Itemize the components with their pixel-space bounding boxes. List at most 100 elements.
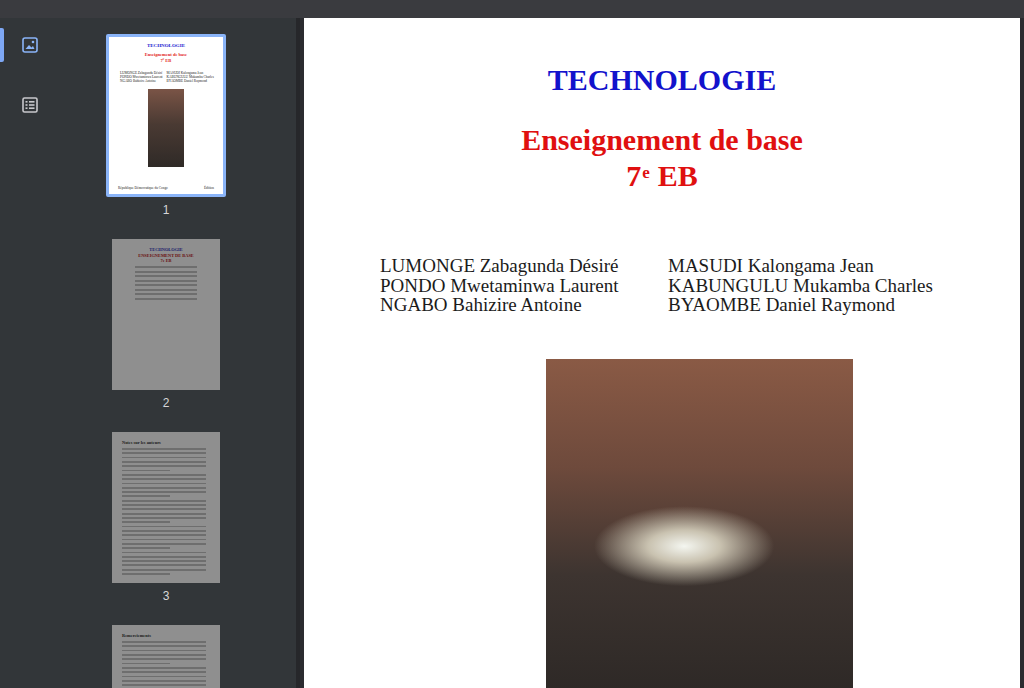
author-name: BYAOMBE Daniel Raymond: [167, 79, 214, 83]
author-column: LUMONGE Zabagunda DésiréPONDO Mwetaminwa…: [380, 256, 668, 315]
sidebar-rail: [0, 18, 60, 688]
thumbnail-photo: [148, 89, 184, 167]
text-line: [135, 275, 197, 277]
thumbnail-frame[interactable]: TECHNOLOGIEENSEIGNEMENT DE BASE7e EB: [112, 239, 220, 390]
author-name: KABUNGULU Mukamba Charles: [167, 75, 214, 79]
image-icon: [21, 36, 39, 54]
text-line: [135, 266, 197, 268]
text-line: [122, 478, 206, 480]
text-line: [122, 573, 170, 575]
page-thumbnail[interactable]: TECHNOLOGIEENSEIGNEMENT DE BASE7e EB 2: [60, 239, 272, 410]
page-number: 1: [163, 203, 170, 217]
grade-suffix: e: [642, 163, 650, 182]
text-line: [122, 474, 206, 476]
thumbnail-footer: République Démocratique du Congo Édition: [114, 186, 218, 190]
author-name: LUMONGE Zabagunda Désiré: [380, 256, 668, 276]
thumbnails-button[interactable]: [0, 28, 60, 62]
text-line: [122, 560, 206, 562]
text-line: [122, 452, 206, 454]
document-title: TECHNOLOGIE: [304, 62, 1020, 98]
text-line: [122, 530, 206, 532]
text-line: [122, 513, 206, 515]
text-line: [122, 684, 206, 686]
text-line: [122, 465, 206, 467]
text-line: [122, 457, 206, 459]
document-subtitle: Enseignement de base: [304, 122, 1020, 158]
text-line: [135, 271, 197, 273]
page-number: 3: [163, 589, 170, 603]
grade-number: 7: [161, 58, 163, 63]
thumbnail-frame[interactable]: Notes sur les auteurs: [112, 432, 220, 583]
text-line: [122, 504, 206, 506]
grade-level: EB: [658, 159, 698, 192]
author-name: LUMONGE Zabagunda Désiré: [120, 71, 163, 75]
thumbnail-heading: Remerciements: [122, 633, 210, 639]
text-line: [122, 552, 206, 554]
text-line: [122, 539, 206, 541]
text-line: [122, 671, 206, 673]
thumbnail-heading: TECHNOLOGIE: [122, 247, 210, 253]
thumbnail-heading: ENSEIGNEMENT DE BASE: [122, 253, 210, 259]
footer-text: République Démocratique du Congo: [118, 186, 168, 190]
cover-photo: [546, 359, 853, 688]
text-line: [122, 495, 170, 497]
text-line: [122, 641, 206, 643]
text-line: [122, 650, 206, 652]
text-line: [122, 663, 170, 665]
text-line: [122, 526, 206, 528]
footer-text: Édition: [204, 186, 214, 190]
page-thumbnail[interactable]: Notes sur les auteurs 3: [60, 432, 272, 603]
author-column: LUMONGE Zabagunda DésiréPONDO Mwetaminwa…: [120, 71, 163, 83]
pdf-page: TECHNOLOGIE Enseignement de base7e EB LUMON…: [304, 18, 1020, 688]
text-line: [122, 564, 206, 566]
author-name: PONDO Mwetaminwa Laurent: [380, 276, 668, 296]
viewer: TECHNOLOGIEEnseignement de base7eEBLUMON…: [0, 18, 1024, 688]
text-line: [122, 483, 206, 485]
text-line: [122, 543, 206, 545]
text-line: [122, 517, 206, 519]
text-line: [122, 487, 206, 489]
text-line: [122, 461, 206, 463]
text-line: [122, 470, 170, 472]
thumbnail-subtitle: Enseignement de base: [145, 52, 187, 58]
author-name: PONDO Mwetaminwa Laurent: [120, 75, 163, 79]
text-line: [135, 298, 197, 300]
page-thumbnail[interactable]: Remerciements4: [60, 625, 272, 688]
author-name: MASUDI Kalongama Jean: [668, 256, 968, 276]
page-number: 2: [163, 396, 170, 410]
author-name: NGABO Bahizire Antoine: [120, 79, 163, 83]
thumbnail-title: TECHNOLOGIE: [147, 43, 185, 49]
thumbnail-grade: 7eEB: [161, 58, 172, 64]
outline-button[interactable]: [0, 88, 60, 122]
document-grade: 7e EB: [304, 158, 1020, 194]
document-view[interactable]: TECHNOLOGIE Enseignement de base7e EB LUMON…: [300, 18, 1024, 688]
author-name: BYAOMBE Daniel Raymond: [668, 295, 968, 315]
author-name: NGABO Bahizire Antoine: [380, 295, 668, 315]
author-name: MASUDI Kalongama Jean: [167, 71, 214, 75]
grade-suffix: e: [163, 57, 165, 61]
author-name: KABUNGULU Mukamba Charles: [668, 276, 968, 296]
text-line: [122, 645, 206, 647]
text-line: [135, 293, 197, 295]
toolbar: [0, 0, 1024, 18]
thumbnail-page: TECHNOLOGIE Enseignement de base7eEB LUMON…: [109, 37, 223, 194]
text-line: [122, 448, 206, 450]
text-line: [122, 680, 206, 682]
text-line: [122, 667, 206, 669]
thumbnails-tool: [21, 36, 39, 54]
text-line: [122, 491, 206, 493]
page-thumbnail[interactable]: TECHNOLOGIE Enseignement de base7eEB LUMON…: [60, 34, 272, 217]
thumbnail-page: Remerciements: [112, 625, 220, 688]
author-column: MASUDI Kalongama JeanKABUNGULU Mukamba C…: [167, 71, 214, 83]
thumbnail-panel[interactable]: TECHNOLOGIE Enseignement de base7eEB LUMON…: [60, 18, 300, 688]
text-line: [122, 569, 206, 571]
thumbnail-heading: 7e EB: [122, 258, 210, 264]
text-line: [135, 284, 197, 286]
thumbnail-frame[interactable]: TECHNOLOGIE Enseignement de base7eEB LUMON…: [106, 34, 226, 197]
thumbnail-frame[interactable]: Remerciements: [112, 625, 220, 688]
text-line: [122, 556, 206, 558]
author-column: MASUDI Kalongama JeanKABUNGULU Mukamba C…: [668, 256, 968, 315]
text-line: [122, 654, 206, 656]
grade-number: 7: [626, 159, 641, 192]
text-line: [122, 534, 206, 536]
